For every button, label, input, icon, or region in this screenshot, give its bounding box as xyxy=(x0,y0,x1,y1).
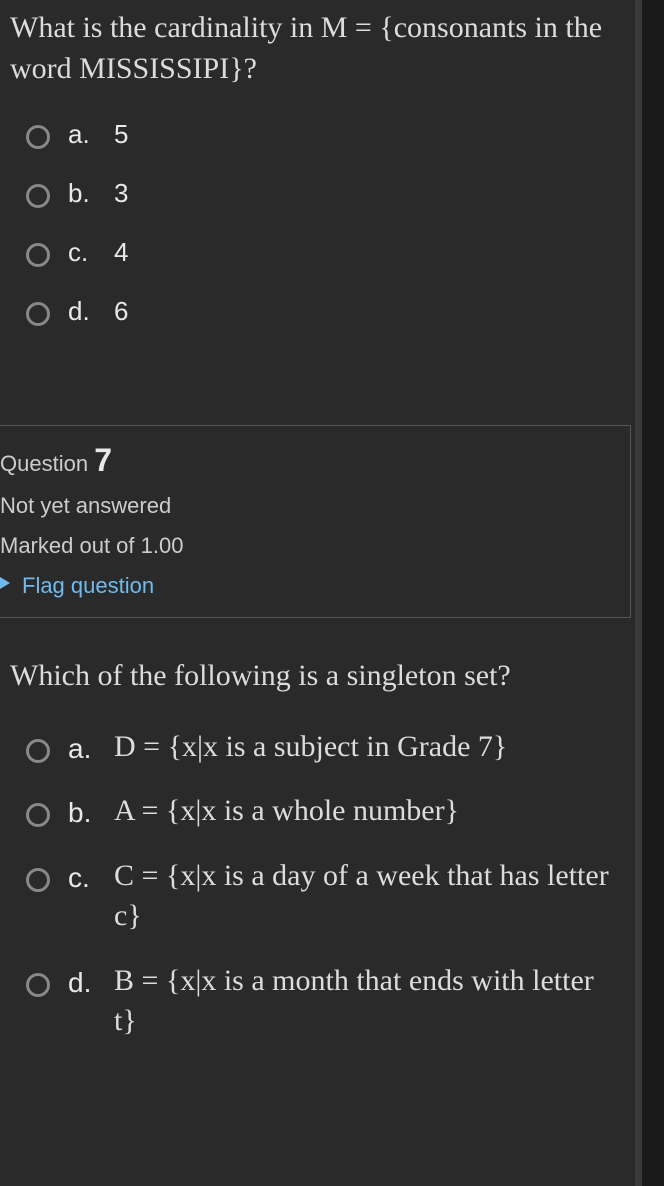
question-7-info: Question 7 Not yet answered Marked out o… xyxy=(0,425,631,618)
option-letter: b. xyxy=(68,797,96,829)
radio-option-b[interactable] xyxy=(26,184,50,208)
radio-option-d[interactable] xyxy=(26,973,50,997)
option-text: 3 xyxy=(114,178,128,209)
flag-icon xyxy=(0,577,14,595)
radio-option-a[interactable] xyxy=(26,125,50,149)
answer-option: a. D = {x|x is a subject in Grade 7} xyxy=(26,727,621,768)
option-letter: a. xyxy=(68,119,96,150)
option-text: 6 xyxy=(114,296,128,327)
marked-out-of: Marked out of 1.00 xyxy=(0,533,616,559)
answer-option: a. 5 xyxy=(26,119,621,150)
option-letter: d. xyxy=(68,296,96,327)
question-7-prompt: Which of the following is a singleton se… xyxy=(0,648,635,727)
option-letter: b. xyxy=(68,178,96,209)
flag-question-link[interactable]: Flag question xyxy=(0,573,616,599)
question-number: 7 xyxy=(94,442,112,478)
radio-option-c[interactable] xyxy=(26,868,50,892)
answer-option: b. 3 xyxy=(26,178,621,209)
flag-label: Flag question xyxy=(22,573,154,599)
question-number-line: Question 7 xyxy=(0,442,616,479)
question-6-answers: a. 5 b. 3 c. 4 d. 6 xyxy=(0,119,635,425)
question-6-prompt: What is the cardinality in M = {consonan… xyxy=(0,0,635,119)
option-letter: c. xyxy=(68,862,96,894)
answer-option: b. A = {x|x is a whole number} xyxy=(26,791,621,832)
option-letter: c. xyxy=(68,237,96,268)
scrollbar[interactable] xyxy=(635,0,642,1186)
answer-status: Not yet answered xyxy=(0,493,616,519)
option-text: 5 xyxy=(114,119,128,150)
answer-option: d. 6 xyxy=(26,296,621,327)
answer-option: c. C = {x|x is a day of a week that has … xyxy=(26,856,621,937)
radio-option-b[interactable] xyxy=(26,803,50,827)
question-7-answers: a. D = {x|x is a subject in Grade 7} b. … xyxy=(0,727,635,1136)
option-text: D = {x|x is a subject in Grade 7} xyxy=(114,727,507,768)
marked-value: 1.00 xyxy=(141,533,184,558)
option-letter: d. xyxy=(68,967,96,999)
section-gap xyxy=(0,618,635,648)
option-text: C = {x|x is a day of a week that has let… xyxy=(114,856,621,937)
option-text: 4 xyxy=(114,237,128,268)
option-text: A = {x|x is a whole number} xyxy=(114,791,459,832)
option-text: B = {x|x is a month that ends with lette… xyxy=(114,961,621,1042)
marked-label: Marked out of xyxy=(0,533,135,558)
radio-option-a[interactable] xyxy=(26,739,50,763)
answer-option: c. 4 xyxy=(26,237,621,268)
quiz-content: What is the cardinality in M = {consonan… xyxy=(0,0,635,1186)
answer-option: d. B = {x|x is a month that ends with le… xyxy=(26,961,621,1042)
question-label: Question xyxy=(0,451,88,476)
option-letter: a. xyxy=(68,733,96,765)
radio-option-c[interactable] xyxy=(26,243,50,267)
radio-option-d[interactable] xyxy=(26,302,50,326)
